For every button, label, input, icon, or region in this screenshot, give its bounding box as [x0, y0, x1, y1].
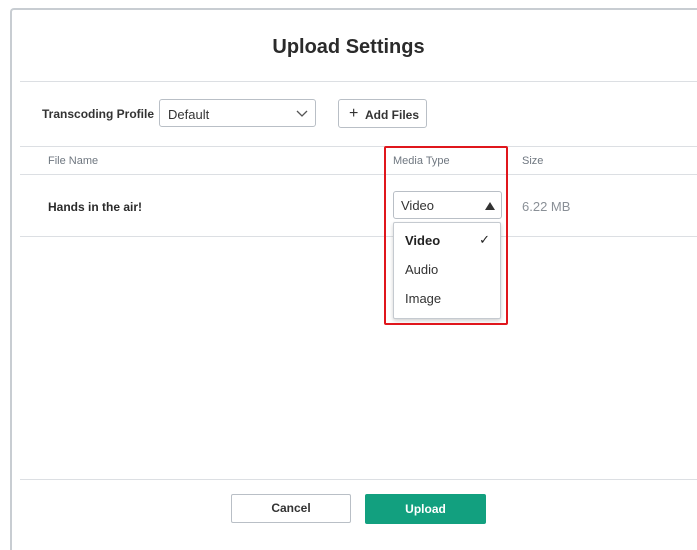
dialog-title: Upload Settings — [272, 36, 425, 58]
divider — [20, 479, 697, 480]
divider — [20, 236, 697, 237]
divider — [20, 81, 697, 82]
add-files-label: Add Files — [365, 108, 420, 122]
file-name-cell: Hands in the air! — [48, 200, 143, 214]
highlight-box — [384, 146, 508, 325]
column-header-size[interactable]: Size — [522, 155, 543, 167]
upload-button[interactable]: Upload — [365, 494, 486, 524]
column-header-file-name[interactable]: File Name — [48, 155, 98, 167]
transcoding-profile-label: Transcoding Profile — [42, 107, 155, 121]
divider — [20, 174, 697, 175]
transcoding-profile-select[interactable]: Default — [159, 99, 316, 127]
plus-icon: + — [349, 105, 359, 122]
divider — [20, 146, 697, 147]
upload-settings-dialog — [10, 8, 697, 550]
transcoding-profile-value: Default — [168, 107, 210, 122]
chevron-down-icon — [296, 110, 308, 117]
cancel-button[interactable]: Cancel — [231, 494, 351, 523]
add-files-button[interactable]: + Add Files — [338, 99, 427, 128]
file-size-cell: 6.22 MB — [522, 199, 571, 214]
